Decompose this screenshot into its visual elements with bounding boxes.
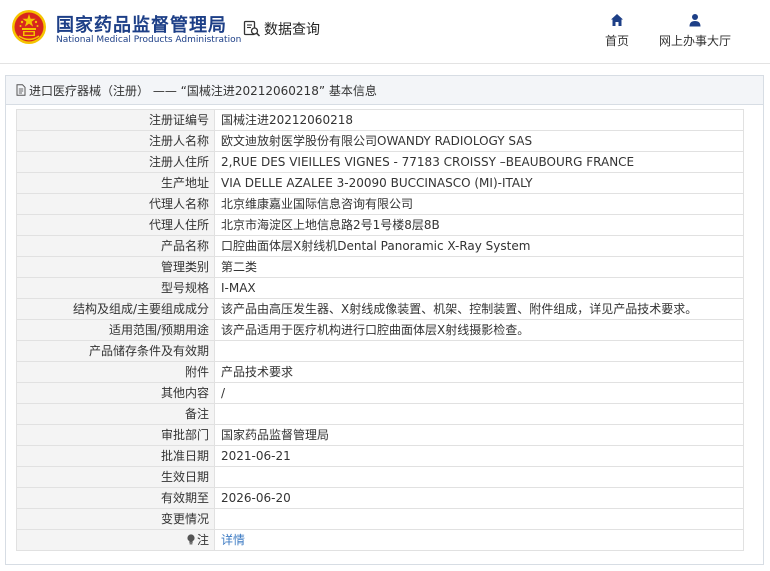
brand-title-cn: 国家药品监督管理局 [56,15,227,36]
details-link[interactable]: 详情 [214,529,744,551]
field-label: 生产地址 [16,172,215,194]
field-label: 适用范围/预期用途 [16,319,215,341]
table-row: 产品储存条件及有效期 [16,340,744,362]
field-label: 注册人住所 [16,151,215,173]
field-label: 其他内容 [16,382,215,404]
field-value: 2026-06-20 [214,487,744,509]
table-row: 适用范围/预期用途 该产品适用于医疗机构进行口腔曲面体层X射线摄影检查。 [16,319,744,341]
search-document-icon [243,20,261,37]
field-value [214,508,744,530]
field-value: 欧文迪放射医学股份有限公司OWANDY RADIOLOGY SAS [214,130,744,152]
field-label: 注册人名称 [16,130,215,152]
table-row: 注册人名称 欧文迪放射医学股份有限公司OWANDY RADIOLOGY SAS [16,130,744,152]
table-row-note: 注详情 [16,529,744,551]
field-label: 产品储存条件及有效期 [16,340,215,362]
table-row: 结构及组成/主要组成成分 该产品由高压发生器、X射线成像装置、机架、控制装置、附件… [16,298,744,320]
table-row: 附件 产品技术要求 [16,361,744,383]
field-label: 代理人名称 [16,193,215,215]
top-header: 国家药品监督管理局 National Medical Products Admi… [0,0,770,64]
table-row: 型号规格 I-MAX [16,277,744,299]
field-value [214,466,744,488]
field-value: 国械注进20212060218 [214,109,744,131]
panel-title: 进口医疗器械（注册） —— “国械注进20212060218” 基本信息 [29,83,377,98]
nav-home[interactable]: 首页 [605,13,629,49]
table-row: 备注 [16,403,744,425]
field-label: 注册证编号 [16,109,215,131]
nav-online-hall[interactable]: 网上办事大厅 [659,13,731,49]
field-label: 产品名称 [16,235,215,257]
table-row: 有效期至 2026-06-20 [16,487,744,509]
field-label: 附件 [16,361,215,383]
field-label: 生效日期 [16,466,215,488]
data-query-link[interactable]: 数据查询 [243,19,320,39]
field-value: 口腔曲面体层X射线机Dental Panoramic X-Ray System [214,235,744,257]
field-label: 有效期至 [16,487,215,509]
detail-panel: 进口医疗器械（注册） —— “国械注进20212060218” 基本信息 注册证… [5,75,764,565]
field-value: 国家药品监督管理局 [214,424,744,446]
field-value: 产品技术要求 [214,361,744,383]
table-row: 代理人名称 北京维康嘉业国际信息咨询有限公司 [16,193,744,215]
table-row: 变更情况 [16,508,744,530]
info-table-body: 注册证编号 国械注进20212060218 注册人名称 欧文迪放射医学股份有限公司OW… [16,109,744,551]
field-label: 型号规格 [16,277,215,299]
field-value: 该产品适用于医疗机构进行口腔曲面体层X射线摄影检查。 [214,319,744,341]
table-row: 代理人住所 北京市海淀区上地信息路2号1号楼8层8B [16,214,744,236]
table-row: 生产地址 VIA DELLE AZALEE 3-20090 BUCCINASCO … [16,172,744,194]
field-value: VIA DELLE AZALEE 3-20090 BUCCINASCO (MI)… [214,172,744,194]
table-row: 注册人住所 2,RUE DES VIEILLES VIGNES - 77183 C… [16,151,744,173]
field-label: 批准日期 [16,445,215,467]
data-query-label: 数据查询 [264,22,320,38]
nav-online-hall-label: 网上办事大厅 [659,34,732,48]
nav-home-label: 首页 [605,34,630,48]
field-value: 2,RUE DES VIEILLES VIGNES - 77183 CROISS… [214,151,744,173]
note-label: 注 [196,533,209,547]
field-value [214,403,744,425]
home-icon [611,14,623,26]
field-value [214,340,744,362]
table-row: 批准日期 2021-06-21 [16,445,744,467]
field-label: 审批部门 [16,424,215,446]
field-value: 2021-06-21 [214,445,744,467]
field-label: 备注 [16,403,215,425]
field-label: 结构及组成/主要组成成分 [16,298,215,320]
table-row: 生效日期 [16,466,744,488]
field-value: I-MAX [214,277,744,299]
field-label: 管理类别 [16,256,215,278]
document-icon [16,84,26,96]
table-row: 产品名称 口腔曲面体层X射线机Dental Panoramic X-Ray Sys… [16,235,744,257]
field-label: 代理人住所 [16,214,215,236]
field-label-note: 注 [16,529,215,551]
lightbulb-icon [187,534,195,545]
info-table: 注册证编号 国械注进20212060218 注册人名称 欧文迪放射医学股份有限公司OW… [16,109,744,551]
field-value: 北京市海淀区上地信息路2号1号楼8层8B [214,214,744,236]
user-icon [689,14,701,27]
table-row: 其他内容 / [16,382,744,404]
field-value: / [214,382,744,404]
brand-title-en: National Medical Products Administration [56,35,242,45]
table-row: 管理类别 第二类 [16,256,744,278]
field-value: 第二类 [214,256,744,278]
table-row: 审批部门 国家药品监督管理局 [16,424,744,446]
field-value: 该产品由高压发生器、X射线成像装置、机架、控制装置、附件组成，详见产品技术要求。 [214,298,744,320]
table-row: 注册证编号 国械注进20212060218 [16,109,744,131]
field-label: 变更情况 [16,508,215,530]
field-value: 北京维康嘉业国际信息咨询有限公司 [214,193,744,215]
emblem-logo-icon [12,10,46,44]
panel-title-bar: 进口医疗器械（注册） —— “国械注进20212060218” 基本信息 [6,76,763,105]
